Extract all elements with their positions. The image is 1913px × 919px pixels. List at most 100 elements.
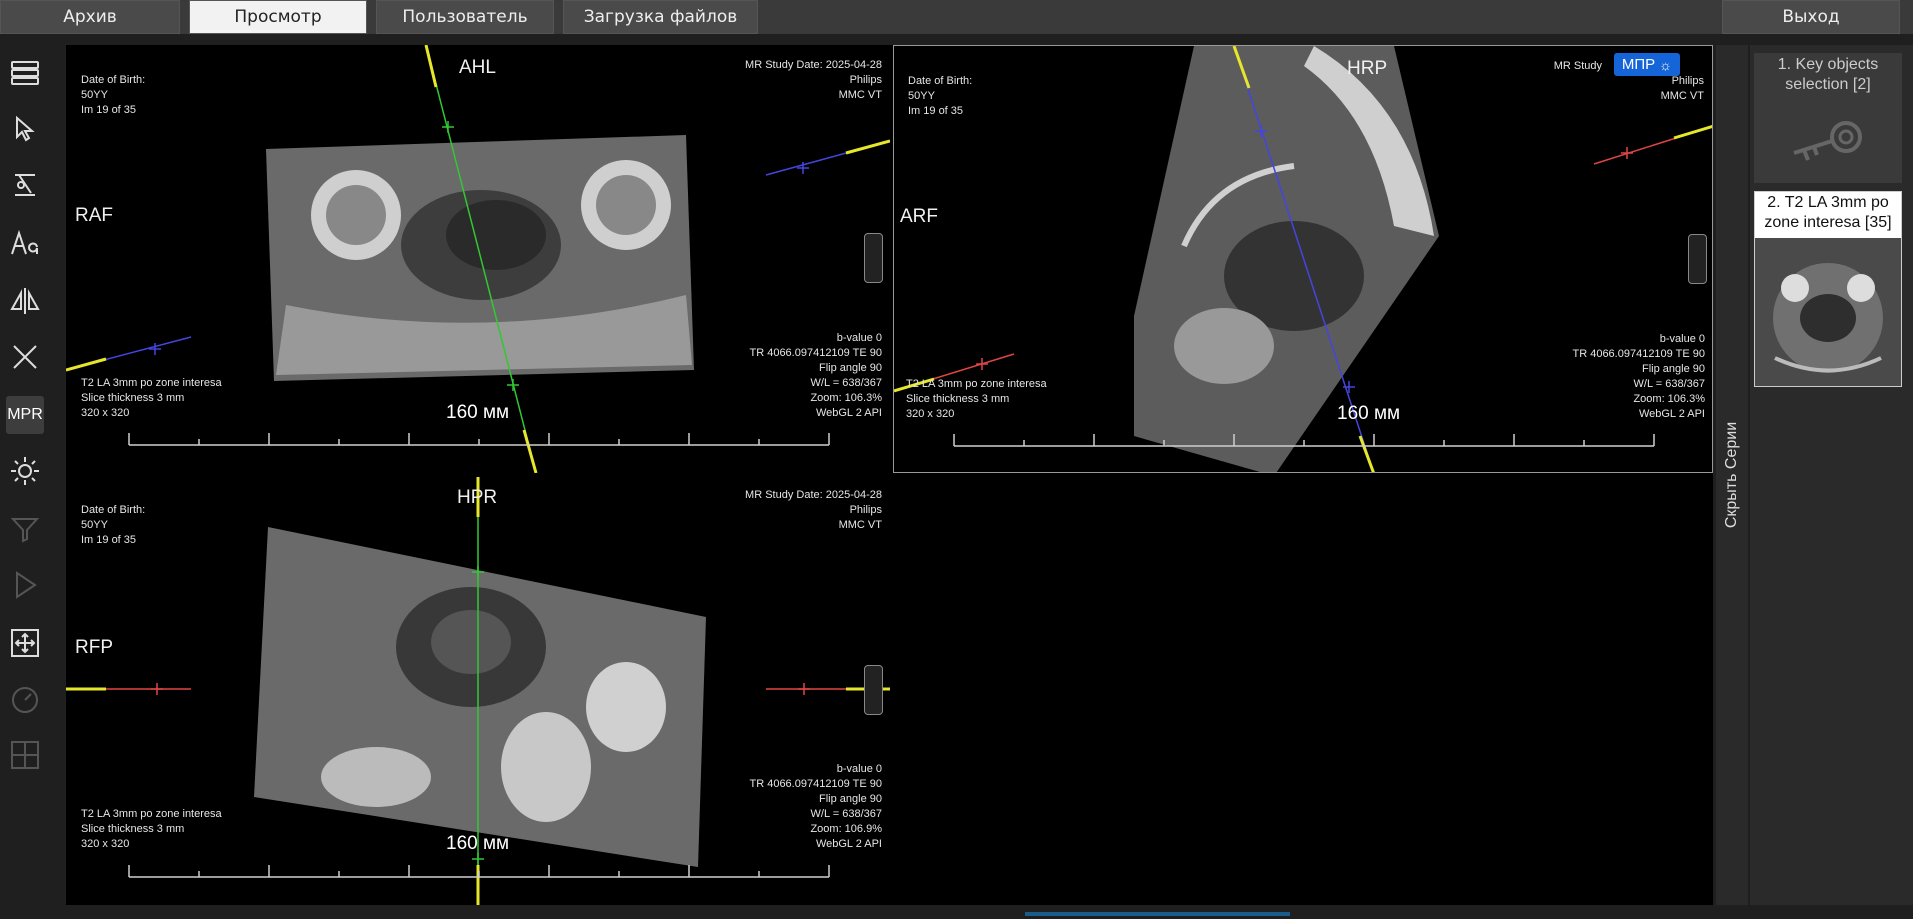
orientation-top: AHL: [459, 57, 496, 78]
filter-icon: [6, 510, 44, 548]
series-thumb-key-objects[interactable]: 1. Key objects selection [2]: [1754, 53, 1902, 183]
tool-panel: MPR: [0, 44, 50, 914]
speed-icon: [6, 680, 44, 718]
series-thumb-label: 1. Key objects selection [2]: [1777, 56, 1879, 93]
window-level-icon[interactable]: [6, 452, 44, 490]
tab-viewer[interactable]: Просмотр: [189, 0, 367, 34]
zoom-level: Zoom: 106.9%: [810, 823, 882, 835]
measure-icon[interactable]: [6, 166, 44, 204]
slice-thickness: Slice thickness 3 mm: [81, 823, 185, 835]
series-thumb-label: 2. T2 LA 3mm po zone interesa [35]: [1764, 194, 1892, 231]
matrix-size: 320 x 320: [81, 838, 130, 850]
render-api: WebGL 2 API: [1638, 408, 1705, 420]
acquisition-info: b-value 0 TR 4066.097412109 TE 90 Flip a…: [749, 762, 882, 852]
patient-info: Date of Birth: 50YY Im 19 of 35: [81, 73, 145, 118]
mpr-badge[interactable]: МПР ☼: [1613, 53, 1680, 76]
orientation-left: RFP: [75, 637, 113, 658]
flip-angle: Flip angle 90: [819, 793, 882, 805]
slice-scroll-handle[interactable]: [864, 665, 883, 715]
matrix-size: 320 x 320: [81, 407, 130, 419]
age-value: 50YY: [81, 519, 108, 531]
viewport-axial[interactable]: Date of Birth: 50YY Im 19 of 35 MR Study…: [66, 45, 890, 473]
orientation-left: RAF: [75, 205, 113, 226]
mpr-button[interactable]: MPR: [6, 396, 44, 434]
slice-scroll-handle[interactable]: [1688, 234, 1707, 284]
render-api: WebGL 2 API: [815, 838, 882, 850]
render-api: WebGL 2 API: [815, 407, 882, 419]
grid-icon: [6, 736, 44, 774]
scale-label: 160 мм: [446, 402, 510, 423]
series-info: T2 LA 3mm po zone interesa Slice thickne…: [81, 376, 222, 421]
viewer-area[interactable]: Date of Birth: 50YY Im 19 of 35 MR Study…: [66, 45, 1713, 905]
key-icon: [1793, 121, 1862, 161]
tr-te: TR 4066.097412109 TE 90: [749, 347, 882, 359]
manufacturer: Philips: [1671, 75, 1704, 87]
zoom-level: Zoom: 106.3%: [810, 392, 882, 404]
image-index: Im 19 of 35: [81, 104, 137, 116]
dob-label: Date of Birth:: [908, 75, 973, 87]
manufacturer: Philips: [849, 504, 882, 516]
flip-angle: Flip angle 90: [1642, 363, 1705, 375]
acquisition-info: b-value 0 TR 4066.097412109 TE 90 Flip a…: [1572, 332, 1705, 422]
hide-series-toggle[interactable]: Скрыть Серии: [1716, 45, 1748, 905]
close-icon[interactable]: [6, 338, 44, 376]
study-date: MR Study Date: 2025-04-28: [745, 59, 882, 71]
scale-label: 160 мм: [446, 833, 510, 854]
window-level: W/L = 638/367: [1633, 378, 1705, 390]
zoom-level: Zoom: 106.3%: [1633, 393, 1705, 405]
study-info: MR Study Date: 2025-04-28 Philips MMC VT: [745, 58, 882, 103]
tab-upload[interactable]: Загрузка файлов: [563, 0, 758, 34]
viewport-coronal[interactable]: Date of Birth: 50YY Im 19 of 35 MR Study…: [66, 477, 890, 905]
series-panel: 1. Key objects selection [2] 2. T2 LA 3m…: [1750, 45, 1913, 905]
patient-info: Date of Birth: 50YY Im 19 of 35: [908, 74, 972, 119]
mpr-badge-label: МПР: [1621, 56, 1656, 73]
slice-thickness: Slice thickness 3 mm: [81, 392, 185, 404]
slice-thickness: Slice thickness 3 mm: [906, 393, 1010, 405]
viewport-empty[interactable]: [893, 477, 1713, 905]
slice-scroll-handle[interactable]: [864, 233, 883, 283]
dob-label: Date of Birth:: [81, 74, 146, 86]
image-index: Im 19 of 35: [81, 534, 137, 546]
patient-info: Date of Birth: 50YY Im 19 of 35: [81, 503, 145, 548]
tr-te: TR 4066.097412109 TE 90: [1572, 348, 1705, 360]
settings-icon: ☼: [1659, 56, 1672, 73]
tab-user[interactable]: Пользователь: [376, 0, 554, 34]
study-date: MR Study Date: 2025-04-28: [745, 489, 882, 501]
b-value: b-value 0: [1659, 333, 1705, 345]
text-annotation-icon[interactable]: [6, 224, 44, 262]
manufacturer: Philips: [849, 74, 882, 86]
series-thumb-t2[interactable]: 2. T2 LA 3mm po zone interesa [35]: [1754, 191, 1902, 387]
b-value: b-value 0: [836, 763, 882, 775]
image-index: Im 19 of 35: [908, 105, 964, 117]
dob-label: Date of Birth:: [81, 504, 146, 516]
hide-series-label: Скрыть Серии: [1723, 421, 1740, 529]
institution: MMC VT: [838, 519, 882, 531]
layout-icon[interactable]: [6, 54, 44, 92]
institution: MMC VT: [838, 89, 882, 101]
series-info: T2 LA 3mm po zone interesa Slice thickne…: [906, 377, 1047, 422]
matrix-size: 320 x 320: [906, 408, 955, 420]
flip-angle: Flip angle 90: [819, 362, 882, 374]
flip-icon[interactable]: [6, 282, 44, 320]
viewport-sagittal[interactable]: Date of Birth: 50YY Im 19 of 35 MR Study…: [893, 45, 1713, 473]
window-level: W/L = 638/367: [810, 808, 882, 820]
exit-button[interactable]: Выход: [1722, 0, 1900, 34]
orientation-top: HPR: [457, 487, 498, 508]
study-info: MR Study Date: 2025-04-28 Philips MMC VT: [745, 488, 882, 533]
orientation-left: ARF: [900, 206, 938, 227]
series-description: T2 LA 3mm po zone interesa: [81, 377, 222, 389]
series-description: T2 LA 3mm po zone interesa: [906, 378, 1047, 390]
age-value: 50YY: [908, 90, 935, 102]
b-value: b-value 0: [836, 332, 882, 344]
pointer-icon[interactable]: [6, 110, 44, 148]
study-date: MR Study: [1553, 60, 1602, 72]
top-nav: Архив Просмотр Пользователь Загрузка фай…: [0, 0, 1913, 34]
window-level: W/L = 638/367: [810, 377, 882, 389]
tab-archive[interactable]: Архив: [0, 0, 180, 34]
series-info: T2 LA 3mm po zone interesa Slice thickne…: [81, 807, 222, 852]
fit-icon[interactable]: [6, 624, 44, 662]
series-description: T2 LA 3mm po zone interesa: [81, 808, 222, 820]
series-thumbnail-image: [1755, 238, 1901, 386]
scale-label: 160 мм: [1337, 403, 1401, 424]
progress-indicator: [1025, 912, 1290, 916]
